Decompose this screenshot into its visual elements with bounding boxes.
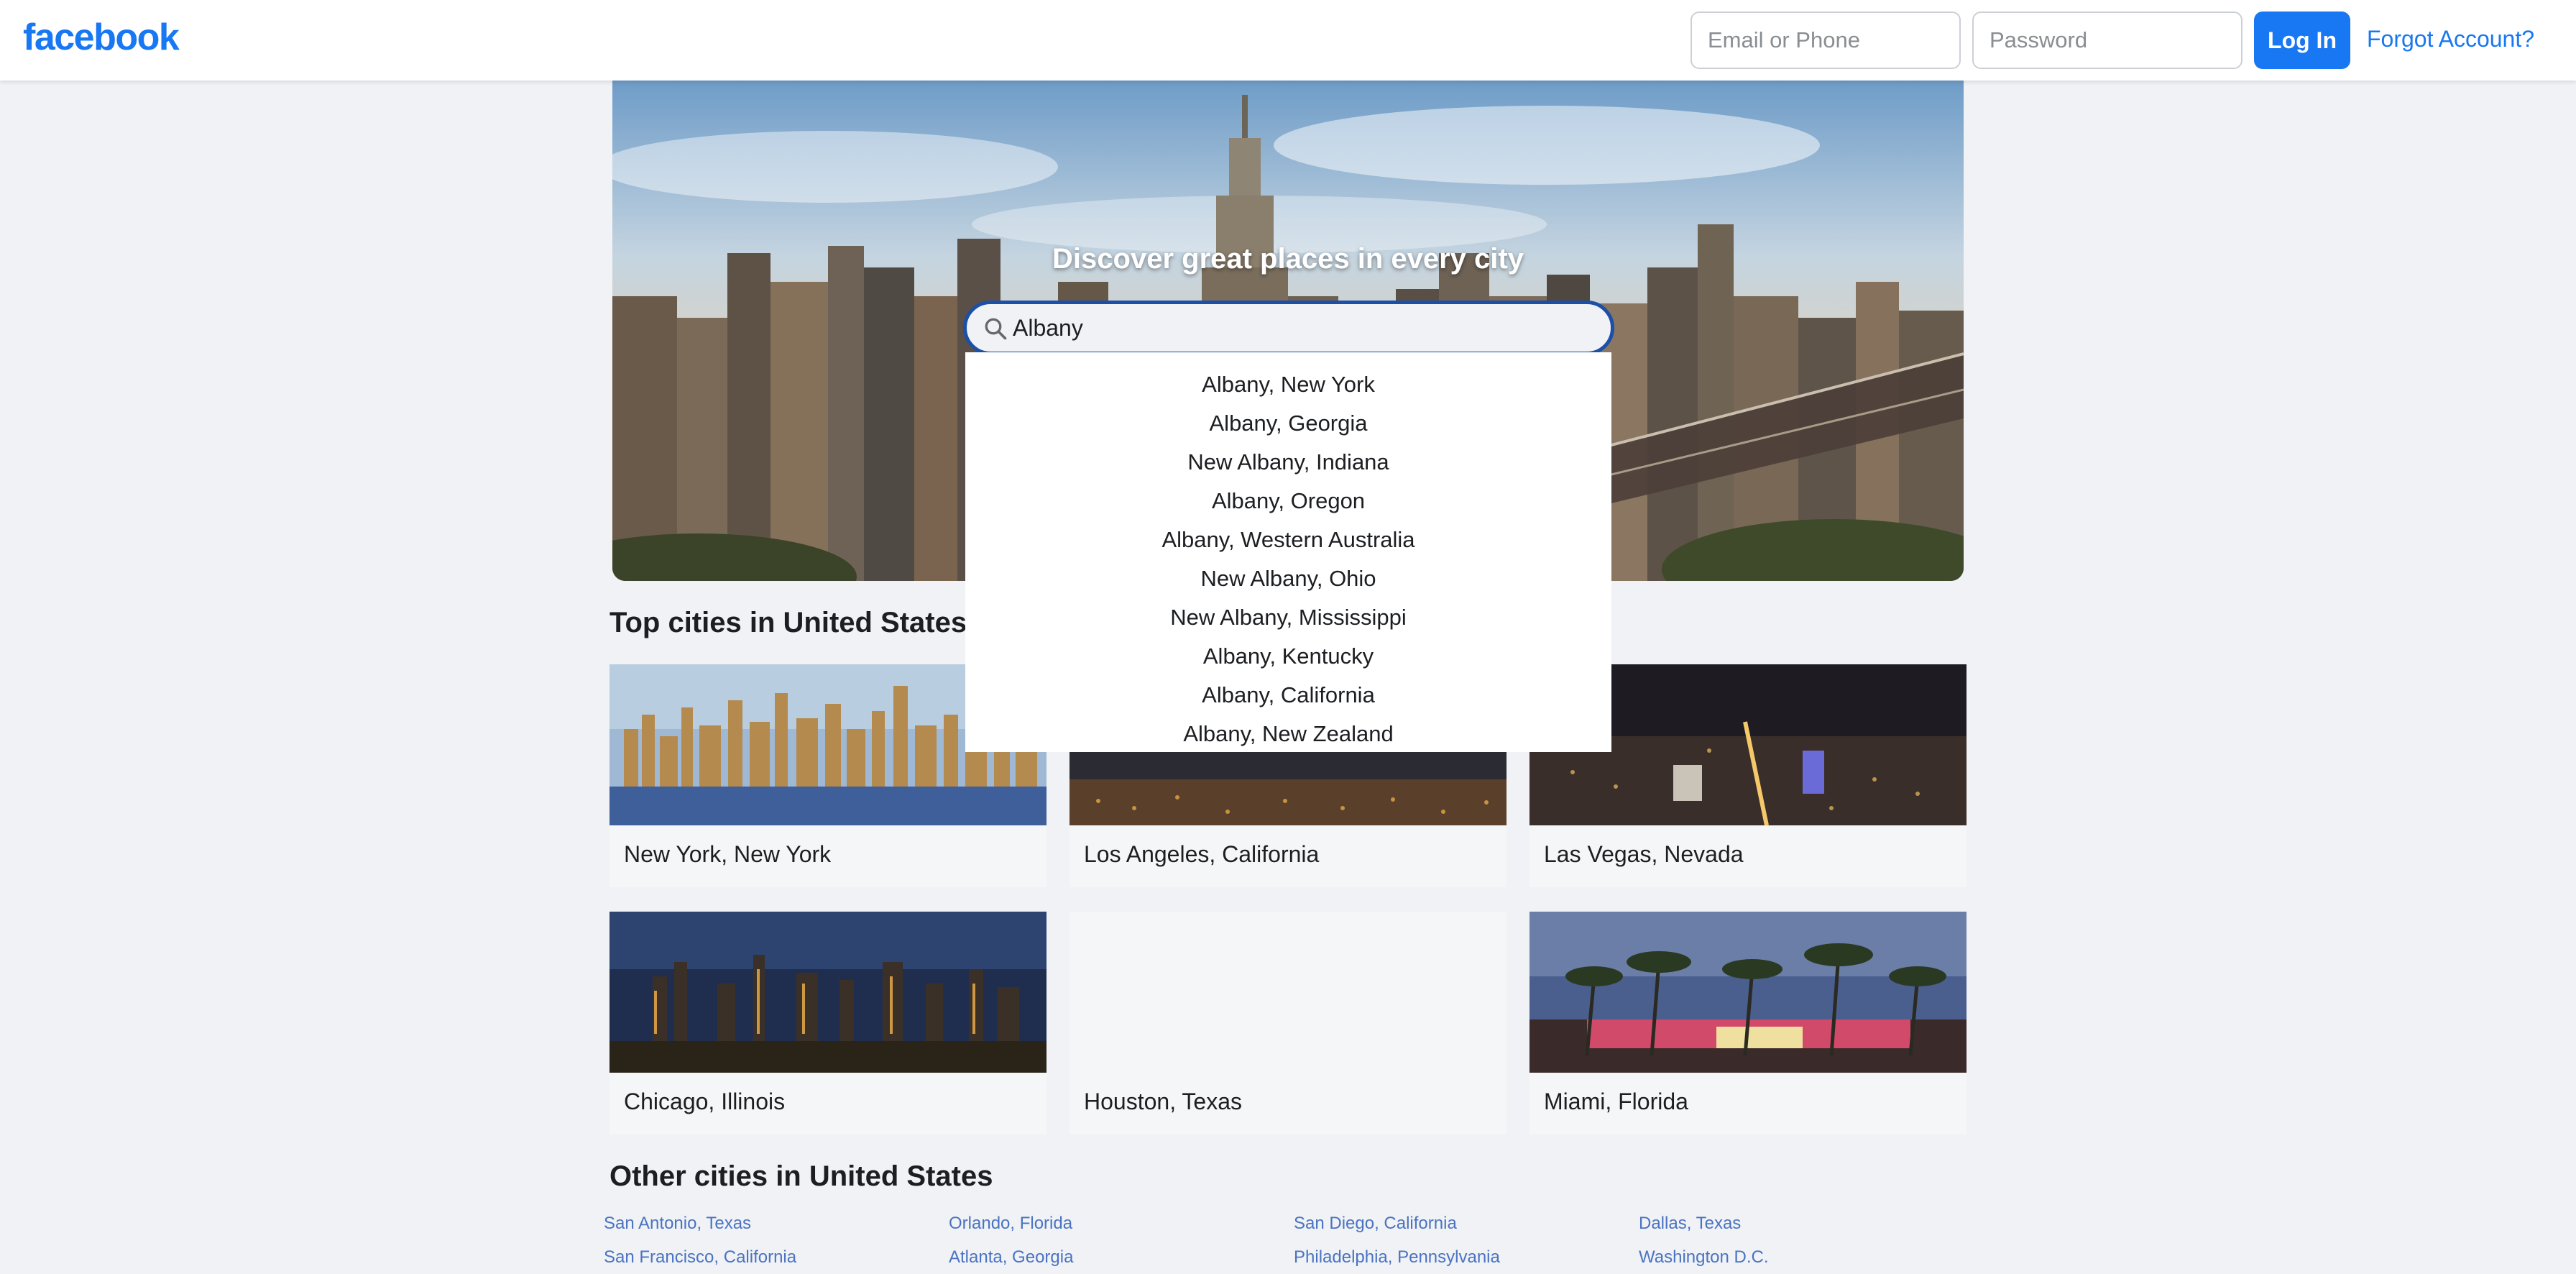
other-city-link[interactable]: Dallas, Texas [1639, 1214, 1741, 1234]
city-card-chicago[interactable]: Chicago, Illinois [610, 912, 1046, 1135]
forgot-account-link[interactable]: Forgot Account? [2367, 26, 2534, 52]
other-city-link[interactable]: Atlanta, Georgia [949, 1247, 1073, 1268]
city-name: New York, New York [624, 841, 832, 867]
other-city-link[interactable]: Philadelphia, Pennsylvania [1294, 1247, 1500, 1268]
city-photo [610, 912, 1046, 1073]
city-card-miami[interactable]: Miami, Florida [1530, 912, 1966, 1135]
search-suggestions-dropdown: Albany, New York Albany, Georgia New Alb… [965, 352, 1611, 752]
top-cities-heading: Top cities in United States [610, 607, 967, 638]
search-icon [985, 318, 1007, 340]
city-photo [1530, 912, 1966, 1073]
suggestion-item[interactable]: Albany, Kentucky [965, 641, 1611, 680]
other-city-link[interactable]: San Diego, California [1294, 1214, 1457, 1234]
suggestion-item[interactable]: Albany, New Zealand [965, 719, 1611, 758]
login-button[interactable]: Log In [2254, 12, 2350, 69]
city-name: Los Angeles, California [1084, 841, 1320, 867]
email-field[interactable] [1690, 12, 1961, 69]
city-name: Chicago, Illinois [624, 1089, 786, 1114]
top-navbar: facebook Log In Forgot Account? [0, 0, 2576, 81]
other-city-link[interactable]: Orlando, Florida [949, 1214, 1072, 1234]
city-name: Las Vegas, Nevada [1544, 841, 1744, 867]
suggestion-item[interactable]: Albany, California [965, 680, 1611, 719]
suggestion-item[interactable]: Albany, Western Australia [965, 525, 1611, 564]
suggestion-item[interactable]: Albany, Oregon [965, 486, 1611, 525]
suggestion-item[interactable]: New Albany, Indiana [965, 447, 1611, 486]
other-city-link[interactable]: San Francisco, California [604, 1247, 796, 1268]
city-card-houston[interactable]: Houston, Texas [1070, 912, 1506, 1135]
password-field[interactable] [1972, 12, 2242, 69]
city-name: Miami, Florida [1544, 1089, 1688, 1114]
suggestion-item[interactable]: Albany, New York [965, 370, 1611, 408]
facebook-logo[interactable]: facebook [23, 16, 180, 59]
city-search-box[interactable] [963, 301, 1614, 355]
suggestion-item[interactable]: New Albany, Ohio [965, 564, 1611, 602]
other-cities-heading: Other cities in United States [610, 1160, 993, 1192]
other-city-link[interactable]: Washington D.C. [1639, 1247, 1769, 1268]
city-name: Houston, Texas [1084, 1089, 1242, 1114]
suggestion-item[interactable]: New Albany, Mississippi [965, 602, 1611, 641]
hero-title: Discover great places in every city [1052, 243, 1524, 275]
city-photo-placeholder [1070, 912, 1506, 1073]
other-city-link[interactable]: San Antonio, Texas [604, 1214, 751, 1234]
city-search-input[interactable] [1013, 310, 1588, 346]
suggestion-item[interactable]: Albany, Georgia [965, 408, 1611, 447]
